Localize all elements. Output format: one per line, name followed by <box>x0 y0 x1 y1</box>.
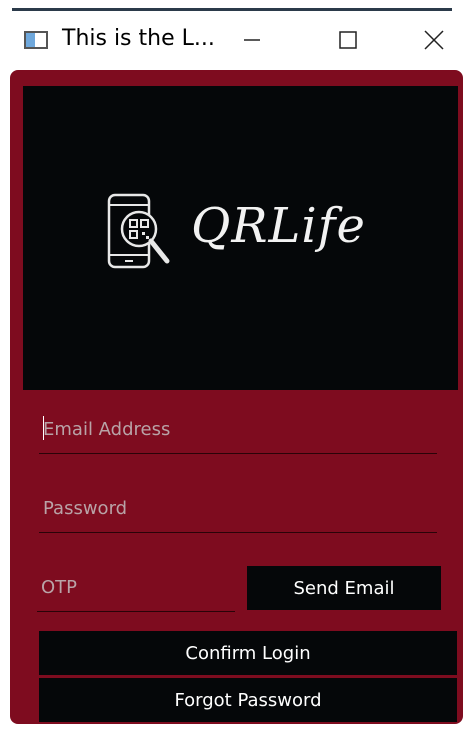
email-field[interactable] <box>39 406 437 454</box>
otp-field[interactable] <box>37 564 235 612</box>
window-title: This is the L... <box>62 26 215 51</box>
close-icon <box>424 30 444 50</box>
send-email-button[interactable]: Send Email <box>247 566 441 610</box>
title-bar[interactable]: This is the L... <box>10 12 465 68</box>
logo-panel: QRLife <box>23 86 458 390</box>
maximize-icon <box>339 31 357 49</box>
minimize-button[interactable] <box>232 22 272 58</box>
app-logo-text: QRLife <box>191 198 366 254</box>
minimize-icon <box>244 39 260 41</box>
forgot-password-button[interactable]: Forgot Password <box>39 678 457 722</box>
login-window-body: QRLife Send Email Confirm Login Forgot P… <box>10 70 463 724</box>
confirm-login-button[interactable]: Confirm Login <box>39 631 457 675</box>
close-button[interactable] <box>414 22 454 58</box>
maximize-button[interactable] <box>328 22 368 58</box>
app-window-icon <box>24 31 48 49</box>
phone-qr-magnifier-icon <box>107 193 170 269</box>
password-field[interactable] <box>39 485 437 533</box>
window-top-border <box>12 8 452 11</box>
text-cursor <box>43 416 44 440</box>
